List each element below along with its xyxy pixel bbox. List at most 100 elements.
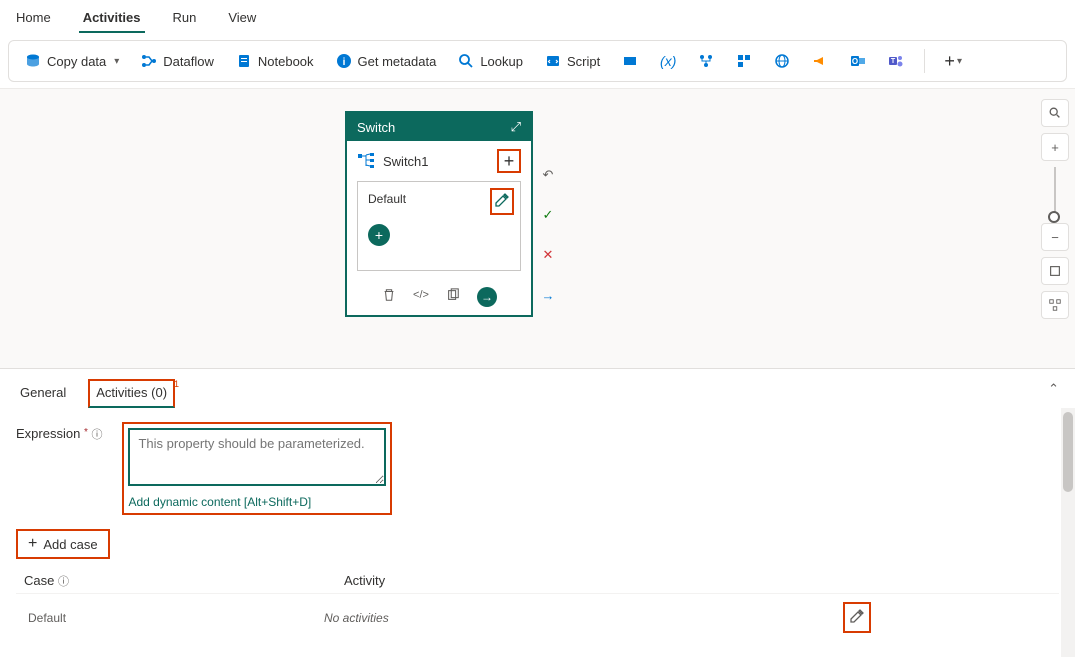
delete-icon[interactable] xyxy=(381,287,397,303)
zoom-out-button[interactable]: − xyxy=(1041,223,1069,251)
toolbar-icon-4[interactable] xyxy=(730,47,758,75)
switch-header-label: Switch xyxy=(357,120,395,135)
default-case-label: Default xyxy=(368,192,510,206)
svg-text:O: O xyxy=(852,57,858,66)
switch-activity-node[interactable]: Switch ⤢ Switch1 + Default + </> → xyxy=(345,111,533,317)
tab-activities-label: Activities (0) xyxy=(96,385,167,400)
add-activity-to-default-button[interactable]: + xyxy=(368,224,390,246)
expression-label-text: Expression xyxy=(16,426,80,441)
add-activity-button[interactable]: +▾ xyxy=(939,47,967,75)
properties-tab-bar: General Activities (0) 1 ⌃ xyxy=(0,369,1075,408)
lookup-label: Lookup xyxy=(480,54,523,69)
add-case-label: Add case xyxy=(43,537,97,552)
canvas-controls: + − xyxy=(1041,99,1069,319)
copy-icon[interactable] xyxy=(445,287,461,303)
dataflow-icon xyxy=(141,53,157,69)
activities-toolbar: Copy data ▾ Dataflow Notebook i Get meta… xyxy=(8,40,1067,82)
vertical-scrollbar[interactable] xyxy=(1061,408,1075,657)
properties-content: Expression * ⓘ Add dynamic content [Alt+… xyxy=(0,408,1075,657)
script-button[interactable]: Script xyxy=(539,49,606,73)
switch-header: Switch ⤢ xyxy=(347,113,531,141)
plus-icon: + xyxy=(28,535,37,553)
chevron-down-icon: ▾ xyxy=(957,56,962,67)
info-icon: i xyxy=(336,53,352,69)
outlook-icon[interactable]: O xyxy=(844,47,872,75)
zoom-slider[interactable] xyxy=(1054,167,1056,217)
dataflow-button[interactable]: Dataflow xyxy=(135,49,220,73)
completion-handle-icon[interactable]: → xyxy=(540,287,556,303)
tab-home[interactable]: Home xyxy=(12,4,55,33)
notebook-icon xyxy=(236,53,252,69)
tab-general[interactable]: General xyxy=(16,379,70,408)
case-row-name: Default xyxy=(24,611,324,625)
default-case-box[interactable]: Default + xyxy=(357,181,521,271)
auto-layout-button[interactable] xyxy=(1041,291,1069,319)
globe-icon[interactable] xyxy=(768,47,796,75)
scrollbar-thumb[interactable] xyxy=(1063,412,1073,492)
run-arrow-icon[interactable]: → xyxy=(477,287,497,307)
svg-text:i: i xyxy=(342,57,345,68)
svg-text:T: T xyxy=(891,58,896,65)
switch-footer: </> → xyxy=(347,281,531,315)
tab-activities-panel[interactable]: Activities (0) 1 xyxy=(88,379,175,408)
copy-data-button[interactable]: Copy data ▾ xyxy=(19,49,125,73)
pencil-icon xyxy=(494,192,510,208)
undo-handle-icon[interactable]: ↶ xyxy=(540,167,556,183)
add-case-button[interactable]: + Add case xyxy=(16,529,110,559)
fit-to-screen-button[interactable] xyxy=(1041,257,1069,285)
add-dynamic-content-link[interactable]: Add dynamic content [Alt+Shift+D] xyxy=(128,495,386,509)
get-metadata-label: Get metadata xyxy=(358,54,437,69)
expression-input[interactable] xyxy=(128,428,386,486)
get-metadata-button[interactable]: i Get metadata xyxy=(330,49,443,73)
toolbar-icon-1[interactable] xyxy=(616,47,644,75)
switch-name: Switch1 xyxy=(383,154,429,169)
zoom-slider-knob[interactable] xyxy=(1048,211,1060,223)
failure-handle-icon[interactable]: ✕ xyxy=(540,247,556,263)
switch-title-row: Switch1 + xyxy=(347,141,531,181)
teams-icon[interactable]: T xyxy=(882,47,910,75)
branch-icon xyxy=(357,152,375,170)
properties-panel: General Activities (0) 1 ⌃ Expression * … xyxy=(0,368,1075,657)
top-tab-bar: Home Activities Run View xyxy=(0,0,1075,34)
expression-row: Expression * ⓘ Add dynamic content [Alt+… xyxy=(16,422,1059,515)
toolbar-icon-3[interactable] xyxy=(692,47,720,75)
table-row: Default No activities xyxy=(16,593,1059,641)
dataflow-label: Dataflow xyxy=(163,54,214,69)
case-table-header: Case ⓘ Activity xyxy=(16,569,1059,593)
code-icon[interactable]: </> xyxy=(413,287,429,303)
lookup-button[interactable]: Lookup xyxy=(452,49,529,73)
notebook-button[interactable]: Notebook xyxy=(230,49,320,73)
pencil-icon xyxy=(849,608,865,624)
case-table: Case ⓘ Activity Default No activities xyxy=(16,569,1059,641)
case-column-header: Case ⓘ xyxy=(24,573,324,589)
edit-default-button[interactable] xyxy=(490,188,514,215)
expression-label: Expression * ⓘ xyxy=(16,422,102,442)
case-row-activity: No activities xyxy=(324,611,843,625)
pipeline-canvas[interactable]: Switch ⤢ Switch1 + Default + </> → ↶ ✓ ✕ xyxy=(0,88,1075,368)
database-icon xyxy=(25,53,41,69)
canvas-search-button[interactable] xyxy=(1041,99,1069,127)
collapse-panel-button[interactable]: ⌃ xyxy=(1048,381,1059,397)
notebook-label: Notebook xyxy=(258,54,314,69)
search-icon xyxy=(458,53,474,69)
tab-view[interactable]: View xyxy=(224,4,260,33)
variable-icon[interactable]: (x) xyxy=(654,47,682,75)
info-icon[interactable]: ⓘ xyxy=(91,429,102,441)
activities-error-count: 1 xyxy=(174,379,179,389)
chevron-down-icon: ▾ xyxy=(114,56,119,67)
script-label: Script xyxy=(567,54,600,69)
zoom-in-button[interactable]: + xyxy=(1041,133,1069,161)
expand-icon[interactable]: ⤢ xyxy=(511,119,521,135)
expression-input-wrap: Add dynamic content [Alt+Shift+D] xyxy=(122,422,392,515)
node-side-handles: ↶ ✓ ✕ → xyxy=(540,167,556,303)
tab-activities[interactable]: Activities xyxy=(79,4,145,33)
required-asterisk: * xyxy=(84,427,88,438)
megaphone-icon[interactable] xyxy=(806,47,834,75)
script-icon xyxy=(545,53,561,69)
tab-run[interactable]: Run xyxy=(169,4,201,33)
success-handle-icon[interactable]: ✓ xyxy=(540,207,556,223)
add-case-plus-button[interactable]: + xyxy=(497,149,521,173)
info-icon[interactable]: ⓘ xyxy=(58,576,69,588)
toolbar-divider xyxy=(924,49,925,73)
case-header-label: Case xyxy=(24,573,54,588)
